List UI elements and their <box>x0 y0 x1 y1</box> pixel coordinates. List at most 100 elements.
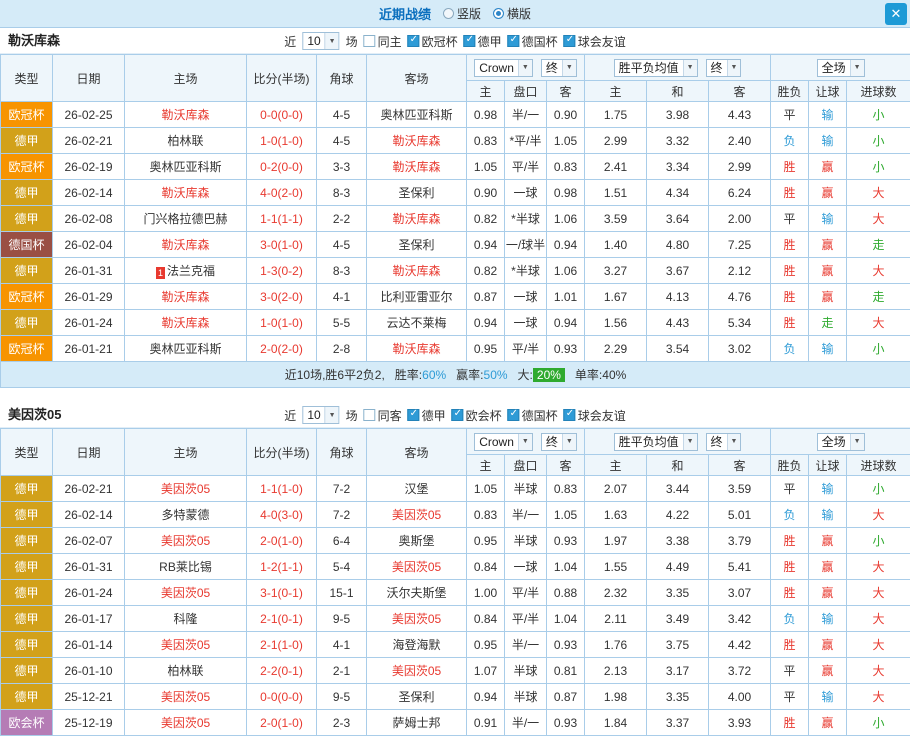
home-team[interactable]: 美因茨05 <box>125 684 247 710</box>
odds-source-select[interactable]: Crown▼ <box>474 433 533 451</box>
odds-home: 1.05 <box>467 154 505 180</box>
avg-draw-odds: 3.37 <box>647 710 709 736</box>
avg-away-odds: 7.25 <box>709 232 771 258</box>
away-team[interactable]: 比利亚雷亚尔 <box>367 284 467 310</box>
away-team[interactable]: 勒沃库森 <box>367 336 467 362</box>
column-subheader: 主 <box>467 455 505 476</box>
league-badge: 德甲 <box>1 128 53 154</box>
home-team[interactable]: 美因茨05 <box>125 632 247 658</box>
away-team[interactable]: 圣保利 <box>367 180 467 206</box>
filter-checkbox[interactable]: 德国杯 <box>508 33 558 50</box>
home-team[interactable]: 美因茨05 <box>125 710 247 736</box>
home-team[interactable]: 科隆 <box>125 606 247 632</box>
filter-checkbox[interactable]: 德甲 <box>408 407 446 424</box>
away-team[interactable]: 圣保利 <box>367 684 467 710</box>
handicap: 一球 <box>505 310 547 336</box>
odds-home: 0.95 <box>467 336 505 362</box>
odds-away: 0.93 <box>547 632 585 658</box>
away-team[interactable]: 美因茨05 <box>367 502 467 528</box>
odds-away: 1.06 <box>547 258 585 284</box>
half-full-score: 2-0(1-0) <box>247 710 317 736</box>
home-team[interactable]: 美因茨05 <box>125 580 247 606</box>
filter-checkbox[interactable]: 球会友谊 <box>564 407 626 424</box>
filter-checkbox[interactable]: 同主 <box>364 33 402 50</box>
filter-checkbox[interactable]: 德国杯 <box>508 407 558 424</box>
away-team[interactable]: 美因茨05 <box>367 554 467 580</box>
layout-radio-vertical[interactable]: 竖版 <box>443 5 481 22</box>
away-team[interactable]: 海登海默 <box>367 632 467 658</box>
handicap: 半球 <box>505 684 547 710</box>
avg-home-odds: 1.98 <box>585 684 647 710</box>
result-handicap: 输 <box>809 684 847 710</box>
half-full-score: 0-0(0-0) <box>247 102 317 128</box>
filter-checkbox[interactable]: 球会友谊 <box>564 33 626 50</box>
home-team[interactable]: 勒沃库森 <box>125 102 247 128</box>
home-team[interactable]: 美因茨05 <box>125 476 247 502</box>
odds-source-select[interactable]: Crown▼ <box>474 59 533 77</box>
avg-draw-odds: 3.64 <box>647 206 709 232</box>
home-team[interactable]: RB莱比锡 <box>125 554 247 580</box>
recent-count-select[interactable]: 10▼ <box>302 406 339 424</box>
home-team[interactable]: 柏林联 <box>125 128 247 154</box>
odds-home: 0.83 <box>467 502 505 528</box>
scope-select[interactable]: 全场▼ <box>817 433 865 451</box>
filter-checkbox[interactable]: 欧冠杯 <box>408 33 458 50</box>
avg-source-select[interactable]: 胜平负均值▼ <box>614 59 698 77</box>
home-team[interactable]: 奥林匹亚科斯 <box>125 154 247 180</box>
radio-vertical-label: 竖版 <box>457 5 481 22</box>
scope-select[interactable]: 全场▼ <box>817 59 865 77</box>
match-date: 26-01-17 <box>53 606 125 632</box>
handicap: *平/半 <box>505 128 547 154</box>
checkbox-icon <box>464 35 476 47</box>
league-badge: 德甲 <box>1 580 53 606</box>
home-team[interactable]: 勒沃库森 <box>125 180 247 206</box>
home-team[interactable]: 勒沃库森 <box>125 232 247 258</box>
close-button[interactable]: ✕ <box>885 3 907 25</box>
home-team[interactable]: 奥林匹亚科斯 <box>125 336 247 362</box>
home-team[interactable]: 柏林联 <box>125 658 247 684</box>
team-section-header: 勒沃库森近10▼场同主欧冠杯德甲德国杯球会友谊 <box>0 28 910 54</box>
away-team[interactable]: 沃尔夫斯堡 <box>367 580 467 606</box>
avg-source-select[interactable]: 胜平负均值▼ <box>614 433 698 451</box>
recent-count-select[interactable]: 10▼ <box>302 32 339 50</box>
away-team[interactable]: 勒沃库森 <box>367 206 467 232</box>
layout-radio-horizontal[interactable]: 横版 <box>493 5 531 22</box>
match-row: 德甲26-01-17科隆2-1(0-1)9-5美因茨050.84平/半1.042… <box>1 606 910 632</box>
checkbox-icon <box>364 35 376 47</box>
home-team[interactable]: 多特蒙德 <box>125 502 247 528</box>
away-team[interactable]: 汉堡 <box>367 476 467 502</box>
home-team[interactable]: 美因茨05 <box>125 528 247 554</box>
handicap: 一球 <box>505 554 547 580</box>
column-subheader: 盘口 <box>505 81 547 102</box>
away-team[interactable]: 奥林匹亚科斯 <box>367 102 467 128</box>
odds-final-select[interactable]: 终▼ <box>541 59 577 77</box>
filter-checkbox[interactable]: 欧会杯 <box>452 407 502 424</box>
away-team[interactable]: 勒沃库森 <box>367 258 467 284</box>
home-team[interactable]: 1法兰克福 <box>125 258 247 284</box>
odds-away: 0.93 <box>547 710 585 736</box>
filter-checkbox[interactable]: 同客 <box>364 407 402 424</box>
away-team[interactable]: 勒沃库森 <box>367 154 467 180</box>
away-team[interactable]: 萨姆士邦 <box>367 710 467 736</box>
avg-home-odds: 1.67 <box>585 284 647 310</box>
home-team[interactable]: 门兴格拉德巴赫 <box>125 206 247 232</box>
avg-final-select[interactable]: 终▼ <box>706 59 742 77</box>
matches-table: 类型日期主场比分(半场)角球客场Crown▼终▼胜平负均值▼终▼全场▼主盘口客主… <box>0 428 910 736</box>
away-team[interactable]: 奥斯堡 <box>367 528 467 554</box>
away-team[interactable]: 圣保利 <box>367 232 467 258</box>
avg-draw-odds: 3.67 <box>647 258 709 284</box>
home-team[interactable]: 勒沃库森 <box>125 310 247 336</box>
avg-final-select[interactable]: 终▼ <box>706 433 742 451</box>
away-team[interactable]: 美因茨05 <box>367 606 467 632</box>
odds-final-select[interactable]: 终▼ <box>541 433 577 451</box>
team-section: 美因茨05近10▼场同客德甲欧会杯德国杯球会友谊类型日期主场比分(半场)角球客场… <box>0 402 910 736</box>
result-handicap: 赢 <box>809 258 847 284</box>
away-team[interactable]: 美因茨05 <box>367 658 467 684</box>
home-team[interactable]: 勒沃库森 <box>125 284 247 310</box>
league-badge: 欧冠杯 <box>1 102 53 128</box>
away-team[interactable]: 勒沃库森 <box>367 128 467 154</box>
result-handicap: 输 <box>809 336 847 362</box>
away-team[interactable]: 云达不莱梅 <box>367 310 467 336</box>
filter-checkbox[interactable]: 德甲 <box>464 33 502 50</box>
result-goals: 大 <box>847 258 910 284</box>
